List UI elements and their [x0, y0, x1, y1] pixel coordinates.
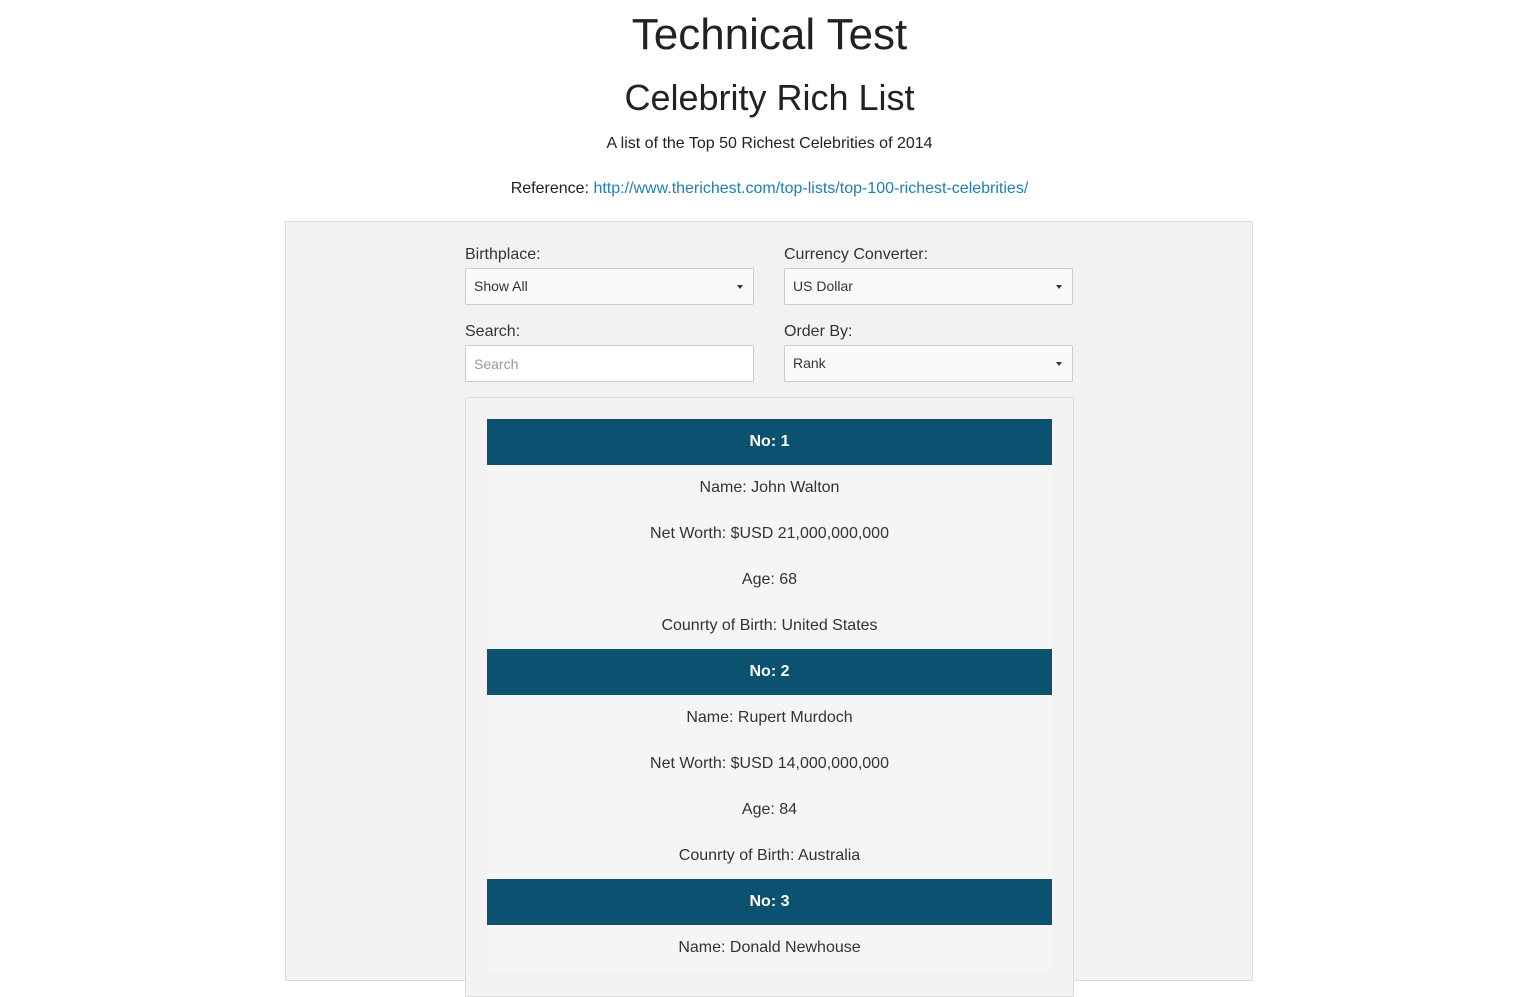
page-description: A list of the Top 50 Richest Celebrities…	[606, 135, 933, 152]
card-body: Name: Rupert Murdoch Net Worth: $USD 14,…	[487, 695, 1052, 879]
card-country: Counrty of Birth: Australia	[678, 847, 861, 864]
order-label: Order By:	[784, 323, 853, 340]
card-body: Name: John Walton Net Worth: $USD 21,000…	[487, 465, 1052, 649]
card-rank: No: 3	[487, 879, 1052, 925]
card-age: Age: 68	[741, 571, 798, 588]
chevron-down-icon	[1056, 285, 1062, 289]
card-age: Age: 84	[741, 801, 798, 818]
search-group: Search:	[465, 323, 754, 382]
card-rank: No: 1	[487, 419, 1052, 465]
order-group: Order By: Rank	[784, 323, 1073, 382]
currency-selected-value: US Dollar	[793, 278, 853, 294]
birthplace-group: Birthplace: Show All	[465, 246, 754, 305]
birthplace-label: Birthplace:	[465, 246, 541, 263]
card-name: Name: Rupert Murdoch	[686, 709, 853, 726]
celebrity-card: No: 2 Name: Rupert Murdoch Net Worth: $U…	[487, 649, 1052, 879]
order-selected-value: Rank	[793, 355, 826, 371]
order-select[interactable]: Rank	[784, 345, 1073, 382]
birthplace-select[interactable]: Show All	[465, 268, 754, 305]
card-rank: No: 2	[487, 649, 1052, 695]
birthplace-selected-value: Show All	[474, 278, 528, 294]
reference-link[interactable]: http://www.therichest.com/top-lists/top-…	[593, 180, 1028, 197]
card-name: Name: John Walton	[699, 479, 840, 496]
chevron-down-icon	[1056, 362, 1062, 366]
page-title: Technical Test	[631, 10, 908, 59]
card-country: Counrty of Birth: United States	[661, 617, 878, 634]
currency-label: Currency Converter:	[784, 246, 929, 263]
search-label: Search:	[465, 323, 521, 340]
card-body: Name: Donald Newhouse	[487, 925, 1052, 971]
currency-group: Currency Converter: US Dollar	[784, 246, 1073, 305]
currency-select[interactable]: US Dollar	[784, 268, 1073, 305]
page-subtitle: Celebrity Rich List	[624, 77, 915, 118]
reference-line: Reference: http://www.therichest.com/top…	[0, 178, 1539, 200]
chevron-down-icon	[737, 285, 743, 289]
card-name: Name: Donald Newhouse	[678, 939, 861, 956]
celebrity-card: No: 3 Name: Donald Newhouse	[487, 879, 1052, 971]
card-net-worth: Net Worth: $USD 21,000,000,000	[650, 525, 889, 542]
search-input[interactable]	[465, 345, 754, 382]
celebrity-card: No: 1 Name: John Walton Net Worth: $USD …	[487, 419, 1052, 649]
filter-panel: Birthplace: Show All Currency Converter:…	[285, 221, 1253, 997]
card-net-worth: Net Worth: $USD 14,000,000,000	[650, 755, 889, 772]
celebrity-cards: No: 1 Name: John Walton Net Worth: $USD …	[487, 419, 1052, 971]
celebrity-list: No: 1 Name: John Walton Net Worth: $USD …	[465, 397, 1074, 997]
reference-label: Reference:	[510, 180, 589, 197]
